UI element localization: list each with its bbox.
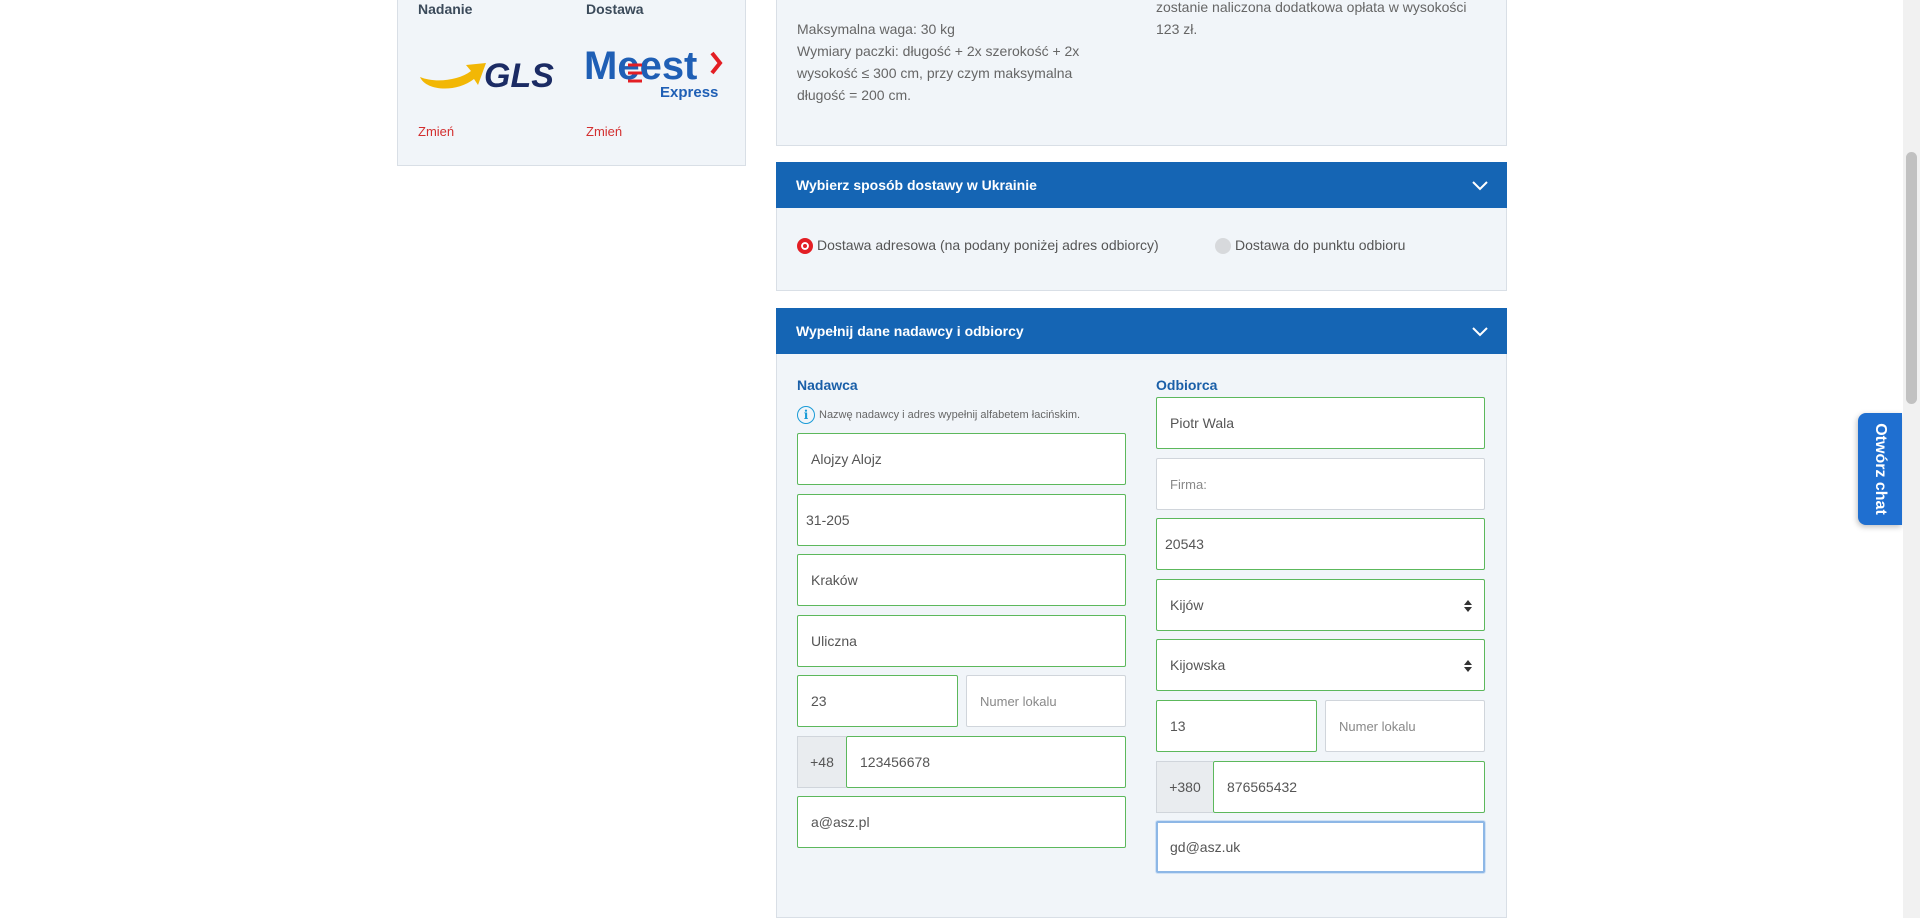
latin-alphabet-hint-text: Nazwę nadawcy i adres wypełnij alfabetem…	[819, 409, 1081, 421]
delivery-method-title: Wybierz sposób dostawy w Ukrainie	[796, 177, 1037, 193]
radio-pickup-point-label: Dostawa do punktu odbioru	[1235, 236, 1406, 253]
delivery-method-body: Dostawa adresowa (na podany poniżej adre…	[776, 208, 1507, 291]
recipient-city-value: Kijów	[1170, 597, 1204, 613]
radio-unselected-icon	[1215, 238, 1231, 254]
sender-house-number-input[interactable]: 23	[797, 675, 958, 727]
sender-postcode-input[interactable]: 31-205	[797, 494, 1126, 546]
recipient-street-value: Kijowska	[1170, 657, 1226, 673]
recipient-street-select[interactable]: Kijowska	[1156, 639, 1485, 691]
latin-alphabet-hint: i Nazwę nadawcy i adres wypełnij alfabet…	[797, 406, 1080, 424]
dimensions-text-2: wysokość ≤ 300 cm, przy czym maksymalna	[797, 65, 1073, 81]
recipient-city-select[interactable]: Kijów	[1156, 579, 1485, 631]
sender-email-input[interactable]: a@asz.pl	[797, 796, 1126, 848]
recipient-name-input[interactable]: Piotr Wala	[1156, 397, 1485, 449]
sender-phone-input[interactable]: 123456678	[846, 736, 1126, 788]
radio-address-delivery[interactable]: Dostawa adresowa (na podany poniżej adre…	[797, 235, 1159, 254]
chevron-down-icon	[1472, 327, 1488, 337]
select-arrows-icon	[1464, 660, 1472, 672]
dimensions-text-3: długość = 200 cm.	[797, 87, 912, 103]
open-chat-button[interactable]: Otwórz chat	[1858, 413, 1902, 525]
recipient-phone-input[interactable]: 876565432	[1213, 761, 1485, 813]
page-scrollbar-track[interactable]	[1903, 0, 1920, 918]
meest-logo-subtext: Express	[660, 84, 718, 101]
radio-selected-icon	[797, 238, 813, 254]
sender-street-input[interactable]: Uliczna	[797, 615, 1126, 667]
info-icon: i	[797, 406, 815, 424]
radio-address-delivery-label: Dostawa adresowa (na podany poniżej adre…	[817, 236, 1159, 253]
sender-recipient-title: Wypełnij dane nadawcy i odbiorcy	[796, 323, 1024, 339]
gls-logo-text: GLS	[484, 57, 554, 95]
sender-recipient-header[interactable]: Wypełnij dane nadawcy i odbiorcy	[776, 308, 1507, 354]
recipient-title: Odbiorca	[1156, 377, 1218, 393]
recipient-flat-number-input[interactable]: Numer lokalu	[1325, 700, 1485, 752]
radio-pickup-point-delivery[interactable]: Dostawa do punktu odbioru	[1215, 235, 1405, 254]
chevron-down-icon	[1472, 181, 1488, 191]
recipient-company-input[interactable]: Firma:	[1156, 458, 1485, 510]
surcharge-text-1: zostanie naliczona dodatkowa opłata w wy…	[1156, 0, 1467, 15]
pickup-label: Nadanie	[418, 1, 473, 17]
max-weight-text: Maksymalna waga: 30 kg	[797, 21, 955, 37]
recipient-phone-prefix: +380	[1156, 761, 1213, 813]
sender-title: Nadawca	[797, 377, 858, 393]
dimensions-text-1: Wymiary paczki: długość + 2x szerokość +…	[797, 43, 1080, 59]
sender-name-input[interactable]: Alojzy Alojz	[797, 433, 1126, 485]
recipient-postcode-input[interactable]: 20543	[1156, 518, 1485, 570]
meest-logo: Meest Express	[584, 44, 723, 101]
recipient-email-input[interactable]: gd@asz.uk	[1156, 821, 1485, 873]
delivery-label: Dostawa	[586, 1, 644, 17]
recipient-house-number-input[interactable]: 13	[1156, 700, 1317, 752]
parcel-info-box: Maksymalna waga: 30 kg Wymiary paczki: d…	[776, 0, 1507, 146]
open-chat-label: Otwórz chat	[1872, 423, 1889, 515]
page-scrollbar-thumb[interactable]	[1906, 152, 1917, 404]
carrier-summary-card: Nadanie Dostawa GLS Meest Express Zmień …	[397, 0, 746, 166]
sender-flat-number-input[interactable]: Numer lokalu	[966, 675, 1126, 727]
sender-phone-prefix: +48	[797, 736, 846, 788]
page: Nadanie Dostawa GLS Meest Express Zmień …	[0, 0, 1920, 918]
delivery-method-header[interactable]: Wybierz sposób dostawy w Ukrainie	[776, 162, 1507, 208]
select-arrows-icon	[1464, 600, 1472, 612]
gls-logo: GLS	[420, 57, 554, 95]
change-delivery-link[interactable]: Zmień	[586, 124, 622, 139]
change-pickup-link[interactable]: Zmień	[418, 124, 454, 139]
sender-city-input[interactable]: Kraków	[797, 554, 1126, 606]
surcharge-text-2: 123 zł.	[1156, 21, 1198, 37]
